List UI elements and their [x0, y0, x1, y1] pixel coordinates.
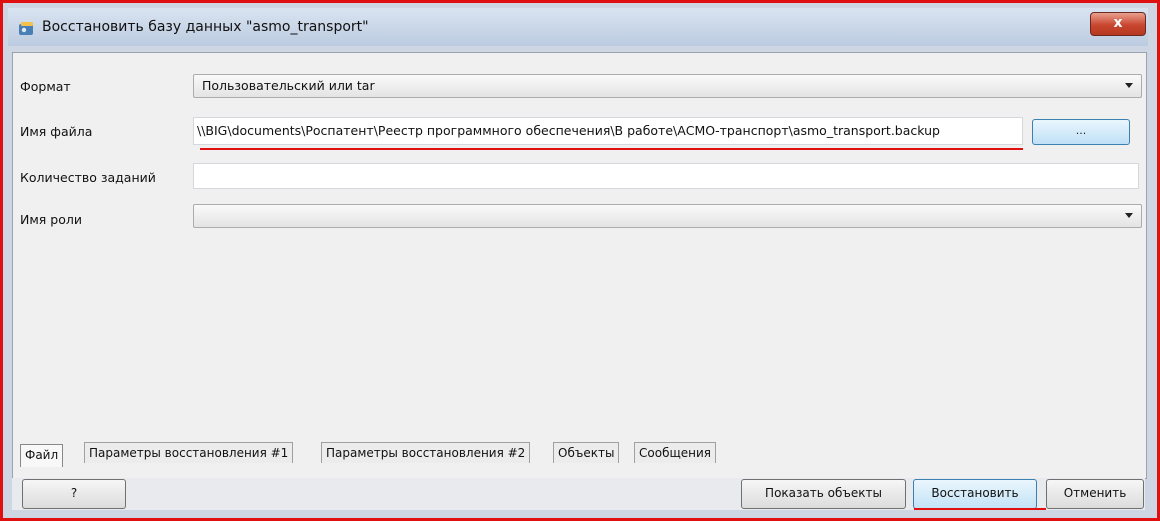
chevron-down-icon — [1125, 83, 1133, 88]
help-button[interactable]: ? — [22, 479, 126, 509]
jobs-label: Количество заданий — [20, 170, 156, 185]
title-bar: Восстановить базу данных "asmo_transport… — [8, 8, 1148, 46]
pgadmin-elephant-icon — [19, 22, 33, 35]
filename-input-value: \\BIG\documents\Роспатент\Реестр програм… — [197, 123, 940, 138]
restore-button[interactable]: Восстановить — [913, 479, 1037, 509]
filename-label: Имя файла — [20, 124, 93, 139]
tab-objects[interactable]: Объекты — [553, 442, 620, 463]
red-underline-filename — [200, 148, 1023, 150]
filename-input[interactable]: \\BIG\documents\Роспатент\Реестр програм… — [193, 117, 1023, 145]
window-title: Восстановить базу данных "asmo_transport… — [42, 19, 369, 35]
tab-restore-options-2[interactable]: Параметры восстановления #2 — [321, 442, 531, 463]
role-select[interactable] — [193, 204, 1142, 228]
show-objects-button[interactable]: Показать объекты — [741, 479, 906, 509]
close-button[interactable]: x — [1090, 12, 1146, 36]
tab-restore-options-1[interactable]: Параметры восстановления #1 — [84, 442, 294, 463]
jobs-input[interactable] — [193, 163, 1139, 189]
red-underline-restore — [914, 508, 1046, 510]
chevron-down-icon — [1125, 213, 1133, 218]
format-label: Формат — [20, 79, 71, 94]
format-select[interactable]: Пользовательский или tar — [193, 74, 1142, 98]
format-select-value: Пользовательский или tar — [202, 78, 375, 93]
role-label: Имя роли — [20, 212, 82, 227]
tab-messages[interactable]: Сообщения — [634, 442, 717, 463]
tab-file[interactable]: Файл — [20, 444, 64, 467]
browse-button[interactable]: ... — [1032, 119, 1130, 145]
cancel-button[interactable]: Отменить — [1046, 479, 1144, 509]
